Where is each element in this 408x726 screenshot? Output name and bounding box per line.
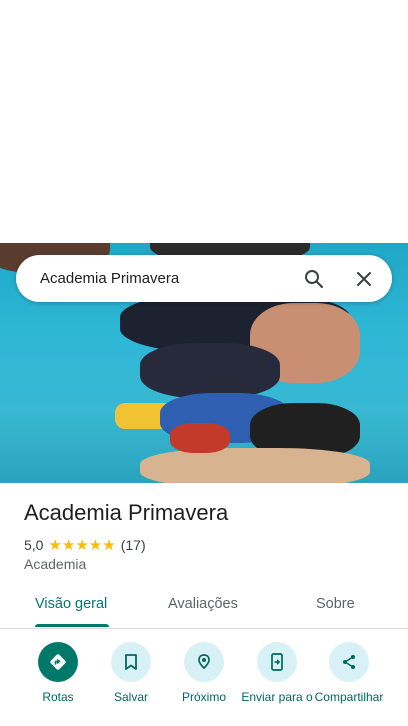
save-label: Salvar — [113, 690, 148, 704]
search-icon[interactable] — [302, 267, 326, 291]
nearby-label: Próximo — [181, 690, 226, 704]
share-icon — [329, 642, 369, 682]
place-category: Academia — [24, 556, 87, 572]
tab-reviews[interactable]: Avaliações — [168, 596, 238, 612]
search-query[interactable]: Academia Primavera — [40, 270, 276, 287]
tab-overview[interactable]: Visão geral — [35, 596, 107, 612]
directions-button[interactable]: Rotas — [18, 642, 98, 704]
share-label: Compartilhar — [314, 690, 384, 704]
tab-about[interactable]: Sobre — [316, 596, 355, 612]
directions-icon — [38, 642, 78, 682]
rating-stars: ★★★★★ — [48, 537, 116, 554]
send-to-phone-button[interactable]: Enviar para o — [237, 642, 317, 704]
send-to-phone-icon — [257, 642, 297, 682]
tab-bar: Visão geral Avaliações Sobre — [0, 582, 408, 629]
review-count: (17) — [120, 537, 146, 553]
nearby-button[interactable]: Próximo — [164, 642, 244, 704]
rating-value: 5,0 — [24, 537, 44, 553]
place-title: Academia Primavera — [24, 500, 229, 525]
save-button[interactable]: Salvar — [91, 642, 171, 704]
directions-label: Rotas — [42, 690, 74, 704]
search-bar[interactable]: Academia Primavera — [16, 255, 392, 302]
close-icon[interactable] — [352, 267, 376, 291]
nearby-icon — [184, 642, 224, 682]
share-button[interactable]: Compartilhar — [309, 642, 389, 704]
tab-indicator — [35, 624, 109, 627]
send-to-phone-label: Enviar para o — [241, 690, 313, 704]
rating-row[interactable]: 5,0 ★★★★★ (17) — [24, 536, 146, 554]
map-area[interactable] — [0, 0, 408, 243]
bookmark-icon — [111, 642, 151, 682]
